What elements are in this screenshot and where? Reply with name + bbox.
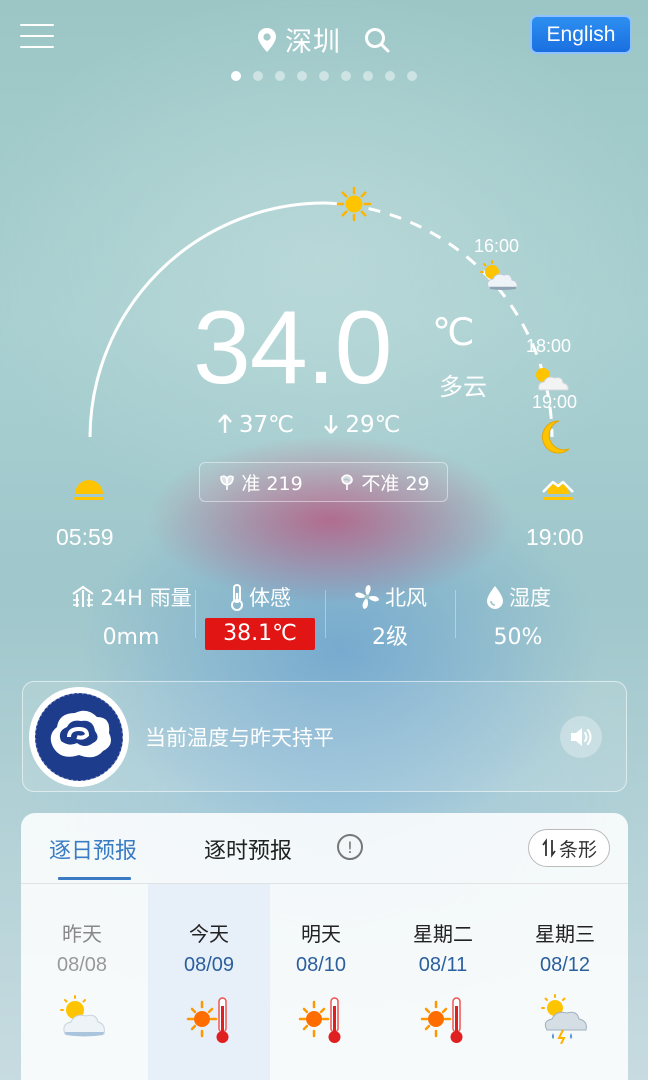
stat-value: 50% (493, 625, 543, 650)
sort-arrows-icon (542, 838, 556, 858)
notice-text: 当前温度与昨天持平 (145, 726, 334, 750)
partly-cloudy-icon (480, 260, 518, 290)
hour-label-3: 19:00 (532, 392, 578, 412)
droplet-icon (487, 586, 503, 609)
sunset-icon (542, 480, 574, 500)
day-date: 08/12 (539, 954, 591, 976)
day-name: 星期二 (413, 922, 473, 946)
stat-feels-like: 体感 38.1℃ (185, 580, 335, 650)
view-toggle-label: 条形 (558, 838, 597, 861)
day-date: 08/10 (295, 954, 347, 976)
bar-view-toggle-button[interactable]: 条形 (528, 829, 610, 867)
forecast-day-wednesday[interactable]: 星期三 08/12 (504, 884, 626, 1080)
day-date: 08/09 (183, 954, 235, 976)
weather-description: 多云 (439, 373, 487, 401)
withered-flower-icon (341, 474, 354, 490)
arrow-up-icon (217, 414, 232, 433)
sunny-hot-icon (298, 997, 341, 1043)
stat-label: 湿度 (509, 586, 551, 610)
day-name: 星期三 (535, 922, 595, 946)
active-tab-indicator (58, 877, 131, 880)
weather-service-logo (29, 687, 129, 787)
partly-cloudy-icon (60, 995, 105, 1037)
arrow-down-icon (324, 415, 338, 434)
stat-label: 体感 (249, 586, 291, 610)
low-temp: 29℃ (324, 412, 400, 438)
thunder-shower-icon (541, 994, 587, 1044)
forecast-day-yesterday[interactable]: 昨天 08/08 (21, 884, 143, 1080)
day-name: 昨天 (62, 922, 102, 946)
speaker-button[interactable] (560, 716, 602, 758)
thermometer-icon (231, 584, 243, 611)
day-date: 08/08 (56, 954, 108, 976)
speaker-icon (571, 728, 592, 746)
sunset-time: 19:00 (526, 524, 584, 550)
partly-cloudy-icon (536, 368, 569, 391)
day-name: 明天 (301, 922, 341, 946)
high-low-temps: 37℃ 29℃ (0, 412, 648, 438)
stat-label: 北风 (385, 586, 427, 610)
stat-humidity: 湿度 50% (443, 580, 593, 654)
day-date: 08/11 (418, 954, 468, 976)
stat-value: 38.1℃ (205, 618, 315, 650)
forecast-day-tomorrow[interactable]: 明天 08/10 (260, 884, 382, 1080)
rain-gauge-icon (72, 585, 95, 607)
weather-stats: 24H 雨量 0mm 体感 38.1℃ 北风 2级 湿度 50% (0, 580, 648, 660)
weather-notice-card[interactable]: 当前温度与昨天持平 (22, 681, 627, 792)
accurate-votes[interactable]: 准 219 (217, 469, 303, 496)
tab-hourly-forecast[interactable]: 逐时预报 (204, 833, 292, 865)
current-temperature: 34.0 (193, 290, 392, 406)
forecast-accuracy-box[interactable]: 准 219 不准 29 (199, 462, 448, 502)
sunny-hot-icon (186, 997, 229, 1043)
forecast-panel: 逐日预报 逐时预报 ! 条形 昨天 08/08 今天 08/09 明天 08/1… (21, 813, 628, 1080)
forecast-day-tuesday[interactable]: 星期二 08/11 (382, 884, 504, 1080)
info-icon[interactable]: ! (337, 834, 363, 860)
inaccurate-votes[interactable]: 不准 29 (337, 469, 430, 496)
sunny-hot-icon (420, 997, 463, 1043)
stat-rainfall: 24H 雨量 0mm (56, 580, 206, 654)
stat-value: 0mm (102, 625, 160, 650)
sunrise-icon (74, 480, 104, 500)
inaccurate-label: 不准 29 (361, 472, 430, 495)
fan-icon (355, 585, 379, 609)
sunrise-time: 05:59 (56, 524, 114, 550)
hour-label-1: 16:00 (474, 236, 520, 256)
hour-label-2: 18:00 (526, 336, 572, 356)
high-temp: 37℃ (217, 412, 294, 438)
temperature-unit: ℃ (432, 310, 475, 354)
sun-position-icon (336, 186, 372, 222)
accurate-label: 准 219 (241, 472, 303, 495)
forecast-day-today[interactable]: 今天 08/09 (148, 884, 270, 1080)
flower-icon (220, 475, 235, 490)
tab-daily-forecast[interactable]: 逐日预报 (49, 833, 137, 865)
stat-label: 24H 雨量 (100, 586, 192, 610)
day-name: 今天 (189, 922, 229, 946)
